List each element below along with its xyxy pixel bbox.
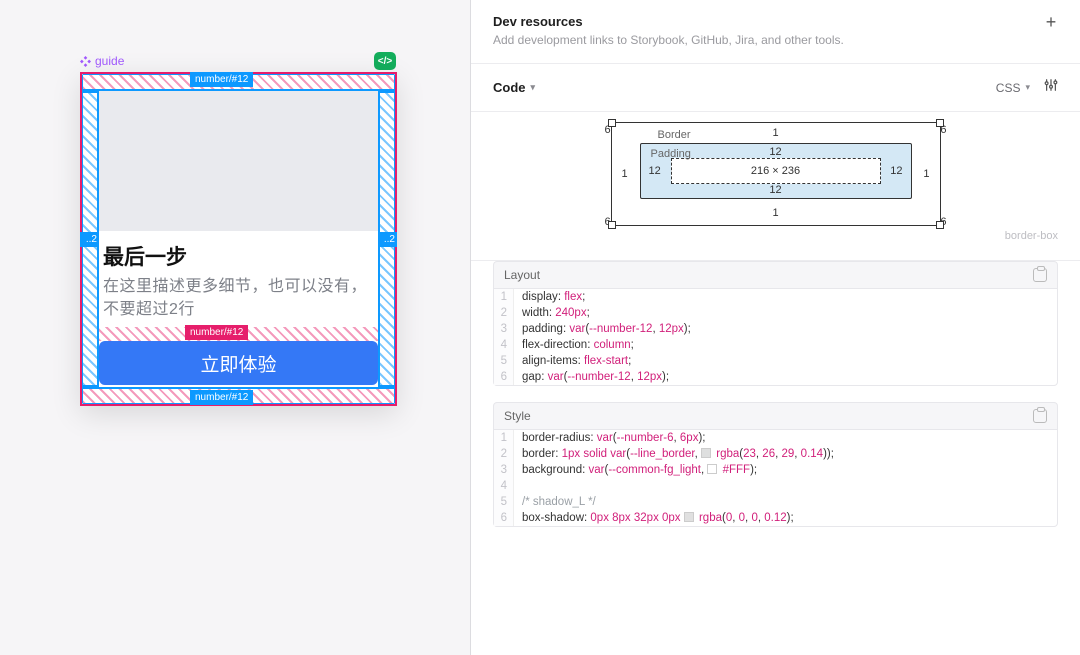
dev-mode-badge[interactable]: </>: [374, 52, 396, 70]
design-canvas[interactable]: guide </> number/#12 number/#12 ..2 ..2 …: [0, 0, 470, 655]
code-section-label[interactable]: Code ▾: [493, 80, 535, 95]
box-sizing-label: border-box: [471, 226, 1080, 242]
dev-resources-title: Dev resources: [493, 14, 583, 29]
layout-block-title: Layout: [504, 268, 540, 282]
padding-top-value: 12: [769, 146, 781, 158]
spacing-token-top[interactable]: number/#12: [190, 72, 253, 87]
layout-code-body[interactable]: 1display: flex;2width: 240px;3padding: v…: [493, 288, 1058, 386]
copy-style-icon[interactable]: [1033, 409, 1047, 423]
code-language-dropdown[interactable]: CSS ▾: [996, 81, 1030, 95]
spacing-token-left[interactable]: ..2: [80, 232, 99, 247]
inspector-panel: Dev resources + Add development links to…: [470, 0, 1080, 655]
gap-overlay: number/#12: [99, 327, 378, 341]
padding-label: Padding: [651, 148, 691, 160]
selected-component[interactable]: 最后一步 在这里描述更多细节，也可以没有，不要超过2行 number/#12 立…: [80, 72, 397, 406]
border-left-value: 1: [622, 168, 628, 180]
padding-right-value: 12: [890, 165, 902, 177]
component-label[interactable]: guide: [80, 54, 124, 68]
border-right-value: 1: [923, 168, 929, 180]
cta-button[interactable]: 立即体验: [99, 341, 378, 385]
padding-left-value: 12: [649, 165, 661, 177]
chevron-down-icon: ▾: [531, 82, 536, 93]
code-settings-icon[interactable]: [1044, 78, 1058, 97]
style-block-title: Style: [504, 409, 531, 423]
layout-code-block: Layout 1display: flex;2width: 240px;3pad…: [493, 261, 1058, 386]
box-model-diagram: 6 6 6 6 Border 1 1 1 1 Padding 12 12 12: [471, 112, 1080, 261]
add-resource-button[interactable]: +: [1044, 15, 1058, 29]
border-bottom-value: 1: [772, 207, 778, 219]
chevron-down-icon: ▾: [1025, 82, 1030, 93]
padding-bottom-value: 12: [769, 184, 781, 196]
spacing-token-bottom[interactable]: number/#12: [190, 390, 253, 405]
spacing-token-right[interactable]: ..2: [378, 232, 397, 247]
style-code-block: Style 1border-radius: var(--number-6, 6p…: [493, 402, 1058, 527]
gap-token[interactable]: number/#12: [185, 325, 248, 340]
dev-resources-section: Dev resources + Add development links to…: [471, 0, 1080, 64]
border-top-value: 1: [772, 127, 778, 139]
card-title: 最后一步: [99, 241, 378, 271]
dev-resources-subtitle: Add development links to Storybook, GitH…: [471, 33, 1080, 63]
style-code-body[interactable]: 1border-radius: var(--number-6, 6px);2bo…: [493, 429, 1058, 527]
code-section-header: Code ▾ CSS ▾: [471, 64, 1080, 112]
guide-card: 最后一步 在这里描述更多细节，也可以没有，不要超过2行 number/#12 立…: [80, 72, 397, 406]
content-dimensions: 216 × 236: [671, 158, 881, 184]
component-name: guide: [95, 54, 124, 68]
border-label: Border: [658, 129, 691, 141]
card-illustration: [99, 91, 378, 231]
copy-layout-icon[interactable]: [1033, 268, 1047, 282]
component-icon: [80, 56, 91, 67]
card-subtitle: 在这里描述更多细节，也可以没有，不要超过2行: [99, 271, 378, 321]
